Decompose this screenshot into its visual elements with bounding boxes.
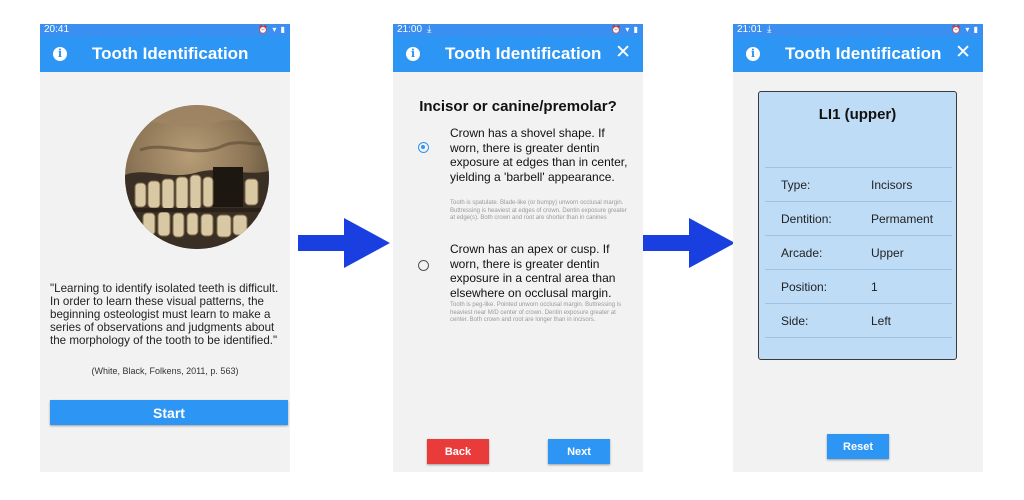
result-row: Type: Incisors [765, 167, 952, 202]
download-icon: ⤓ [427, 24, 432, 35]
result-value: Incisors [871, 178, 913, 192]
back-button[interactable]: Back [427, 439, 489, 464]
download-icon: ⤓ [767, 24, 772, 35]
result-card: LI1 (upper) Type: Incisors Dentition: Pe… [758, 91, 957, 360]
status-bar: 20:41 ⏰ ▾ ▮ [40, 24, 290, 36]
result-row: Arcade: Upper [765, 235, 952, 270]
status-time: 21:01 [737, 24, 763, 35]
status-icons: ⏰ ▾ ▮ [258, 25, 286, 34]
option-2-radio[interactable] [418, 260, 429, 271]
result-row: Dentition: Permament [765, 201, 952, 236]
app-bar: i Tooth Identification ✕ [393, 36, 643, 72]
result-value: 1 [871, 280, 878, 294]
skull-teeth-photo [125, 105, 269, 249]
result-divider [765, 337, 952, 338]
option-1-radio[interactable] [418, 142, 429, 153]
flow-arrow-1 [298, 218, 390, 268]
screen-question: 21:00 ⤓ ⏰ ▾ ▮ i Tooth Identification ✕ In… [393, 24, 643, 472]
start-button[interactable]: Start [50, 400, 288, 425]
result-key: Dentition: [781, 212, 832, 226]
app-title: Tooth Identification [92, 44, 249, 63]
option-2-text[interactable]: Crown has an apex or cusp. If worn, ther… [450, 242, 635, 300]
info-icon[interactable]: i [53, 47, 67, 61]
quote-citation: (White, Black, Folkens, 2011, p. 563) [91, 366, 239, 376]
quote-text: "Learning to identify isolated teeth is … [50, 282, 279, 347]
app-bar: i Tooth Identification [40, 36, 290, 72]
app-title: Tooth Identification [785, 44, 942, 63]
status-icons: ⏰ ▾ ▮ [611, 25, 639, 34]
close-icon[interactable]: ✕ [615, 43, 631, 63]
result-key: Side: [781, 314, 809, 328]
status-time: 21:00 [397, 24, 423, 35]
app-title: Tooth Identification [445, 44, 602, 63]
status-bar: 21:00 ⤓ ⏰ ▾ ▮ [393, 24, 643, 36]
next-button[interactable]: Next [548, 439, 610, 464]
screen-result: 21:01 ⤓ ⏰ ▾ ▮ i Tooth Identification ✕ LI… [733, 24, 983, 472]
flow-arrow-2 [643, 218, 735, 268]
status-bar: 21:01 ⤓ ⏰ ▾ ▮ [733, 24, 983, 36]
info-icon[interactable]: i [746, 47, 760, 61]
option-1-text[interactable]: Crown has a shovel shape. If worn, there… [450, 126, 635, 184]
info-icon[interactable]: i [406, 47, 420, 61]
result-key: Position: [781, 280, 828, 294]
result-row: Position: 1 [765, 269, 952, 304]
status-time: 20:41 [44, 24, 70, 35]
result-title: LI1 (upper) [818, 106, 897, 123]
result-value: Permament [871, 212, 934, 226]
result-value: Upper [871, 246, 904, 260]
status-icons: ⏰ ▾ ▮ [951, 25, 979, 34]
result-key: Type: [781, 178, 811, 192]
option-1-note: Tooth is spatulate. Blade-like (or bumpy… [450, 200, 627, 222]
result-row: Side: Left [765, 303, 952, 338]
close-icon[interactable]: ✕ [955, 43, 971, 63]
screen-welcome: 20:41 ⏰ ▾ ▮ i Tooth Identification "Lear… [40, 24, 290, 472]
app-bar: i Tooth Identification ✕ [733, 36, 983, 72]
question-title: Incisor or canine/premolar? [419, 98, 617, 115]
result-key: Arcade: [781, 246, 823, 260]
option-2-note: Tooth is peg-like. Pointed unworn occlus… [450, 302, 622, 324]
result-value: Left [871, 314, 892, 328]
reset-button[interactable]: Reset [827, 434, 889, 459]
